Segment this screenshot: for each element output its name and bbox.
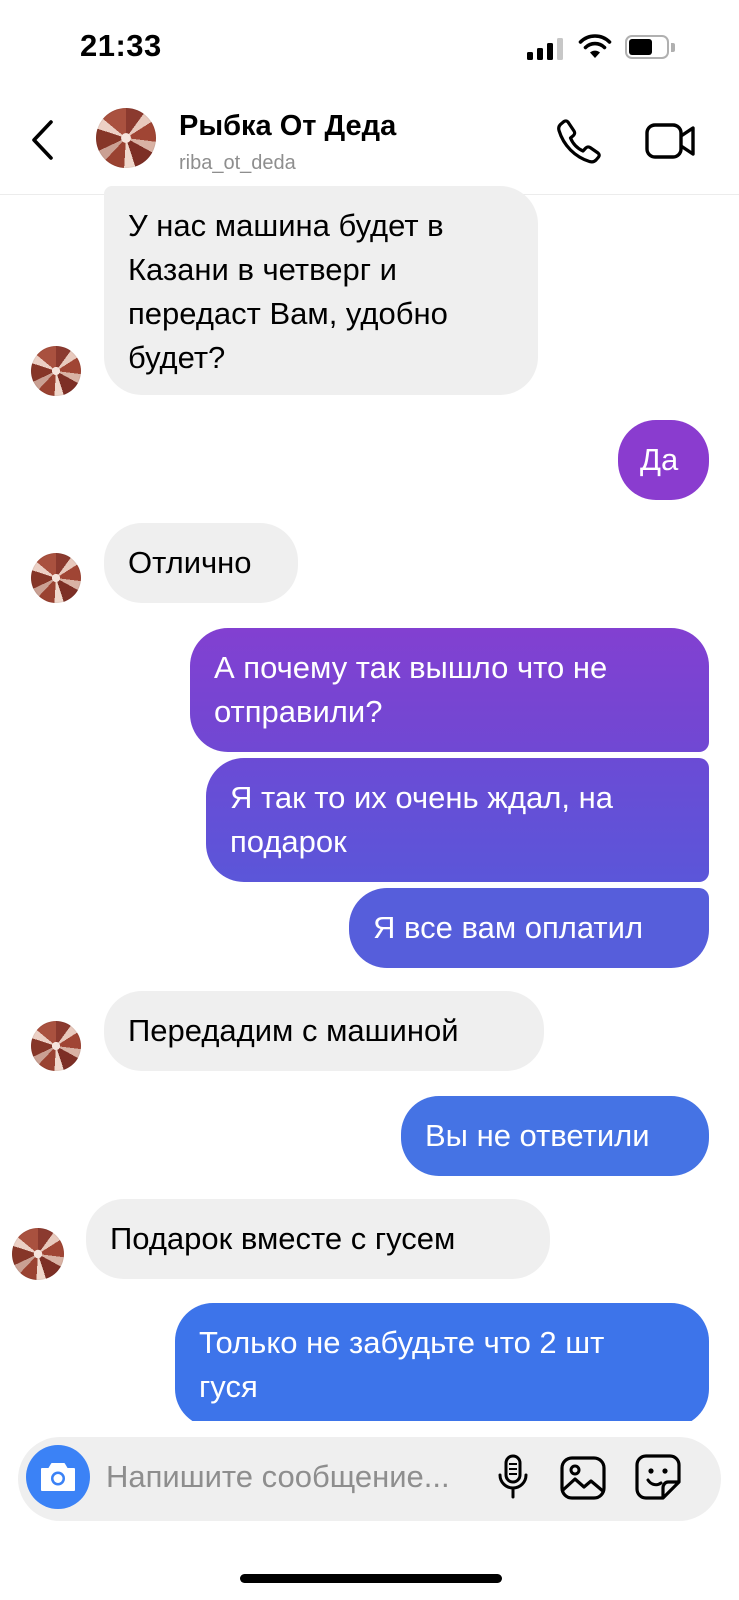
contact-avatar-small[interactable] bbox=[31, 1021, 81, 1071]
gallery-icon[interactable] bbox=[560, 1456, 606, 1500]
message-bubble-outgoing[interactable]: Вы не ответили bbox=[401, 1096, 709, 1176]
message-bubble-outgoing[interactable]: Я так то их очень ждал, на подарок bbox=[206, 758, 709, 882]
battery-icon bbox=[625, 35, 675, 61]
back-chevron-icon[interactable] bbox=[28, 118, 58, 162]
contact-avatar-small[interactable] bbox=[31, 553, 81, 603]
message-input[interactable]: Напишите сообщение... bbox=[106, 1459, 450, 1495]
contact-username[interactable]: riba_ot_deda bbox=[179, 152, 296, 175]
home-indicator bbox=[240, 1574, 502, 1583]
message-bubble-outgoing[interactable]: Я все вам оплатил bbox=[349, 888, 709, 968]
message-bubble-incoming[interactable]: Отлично bbox=[104, 523, 298, 603]
contact-avatar-small[interactable] bbox=[31, 346, 81, 396]
message-bubble-outgoing[interactable]: Только не забудьте что 2 шт гуся bbox=[175, 1303, 709, 1427]
video-camera-icon[interactable] bbox=[645, 122, 697, 160]
message-bubble-incoming[interactable]: Подарок вместе с гусем bbox=[86, 1199, 550, 1279]
phone-icon[interactable] bbox=[556, 118, 602, 164]
status-time: 21:33 bbox=[80, 28, 162, 63]
cellular-signal-icon bbox=[527, 38, 565, 60]
message-bubble-incoming[interactable]: У нас машина будет в Казани в четверг и … bbox=[104, 186, 538, 395]
camera-icon bbox=[41, 1463, 75, 1491]
wifi-icon bbox=[578, 34, 612, 58]
message-bubble-outgoing[interactable]: Да bbox=[618, 420, 709, 500]
message-bubble-outgoing[interactable]: А почему так вышло что не отправили? bbox=[190, 628, 709, 752]
sticker-icon[interactable] bbox=[634, 1454, 682, 1500]
message-bubble-incoming[interactable]: Передадим с машиной bbox=[104, 991, 544, 1071]
microphone-icon[interactable] bbox=[497, 1454, 529, 1500]
camera-button[interactable] bbox=[26, 1445, 90, 1509]
contact-name[interactable]: Рыбка От Деда bbox=[179, 110, 396, 143]
contact-avatar[interactable] bbox=[96, 108, 156, 168]
contact-avatar-small[interactable] bbox=[12, 1228, 64, 1280]
